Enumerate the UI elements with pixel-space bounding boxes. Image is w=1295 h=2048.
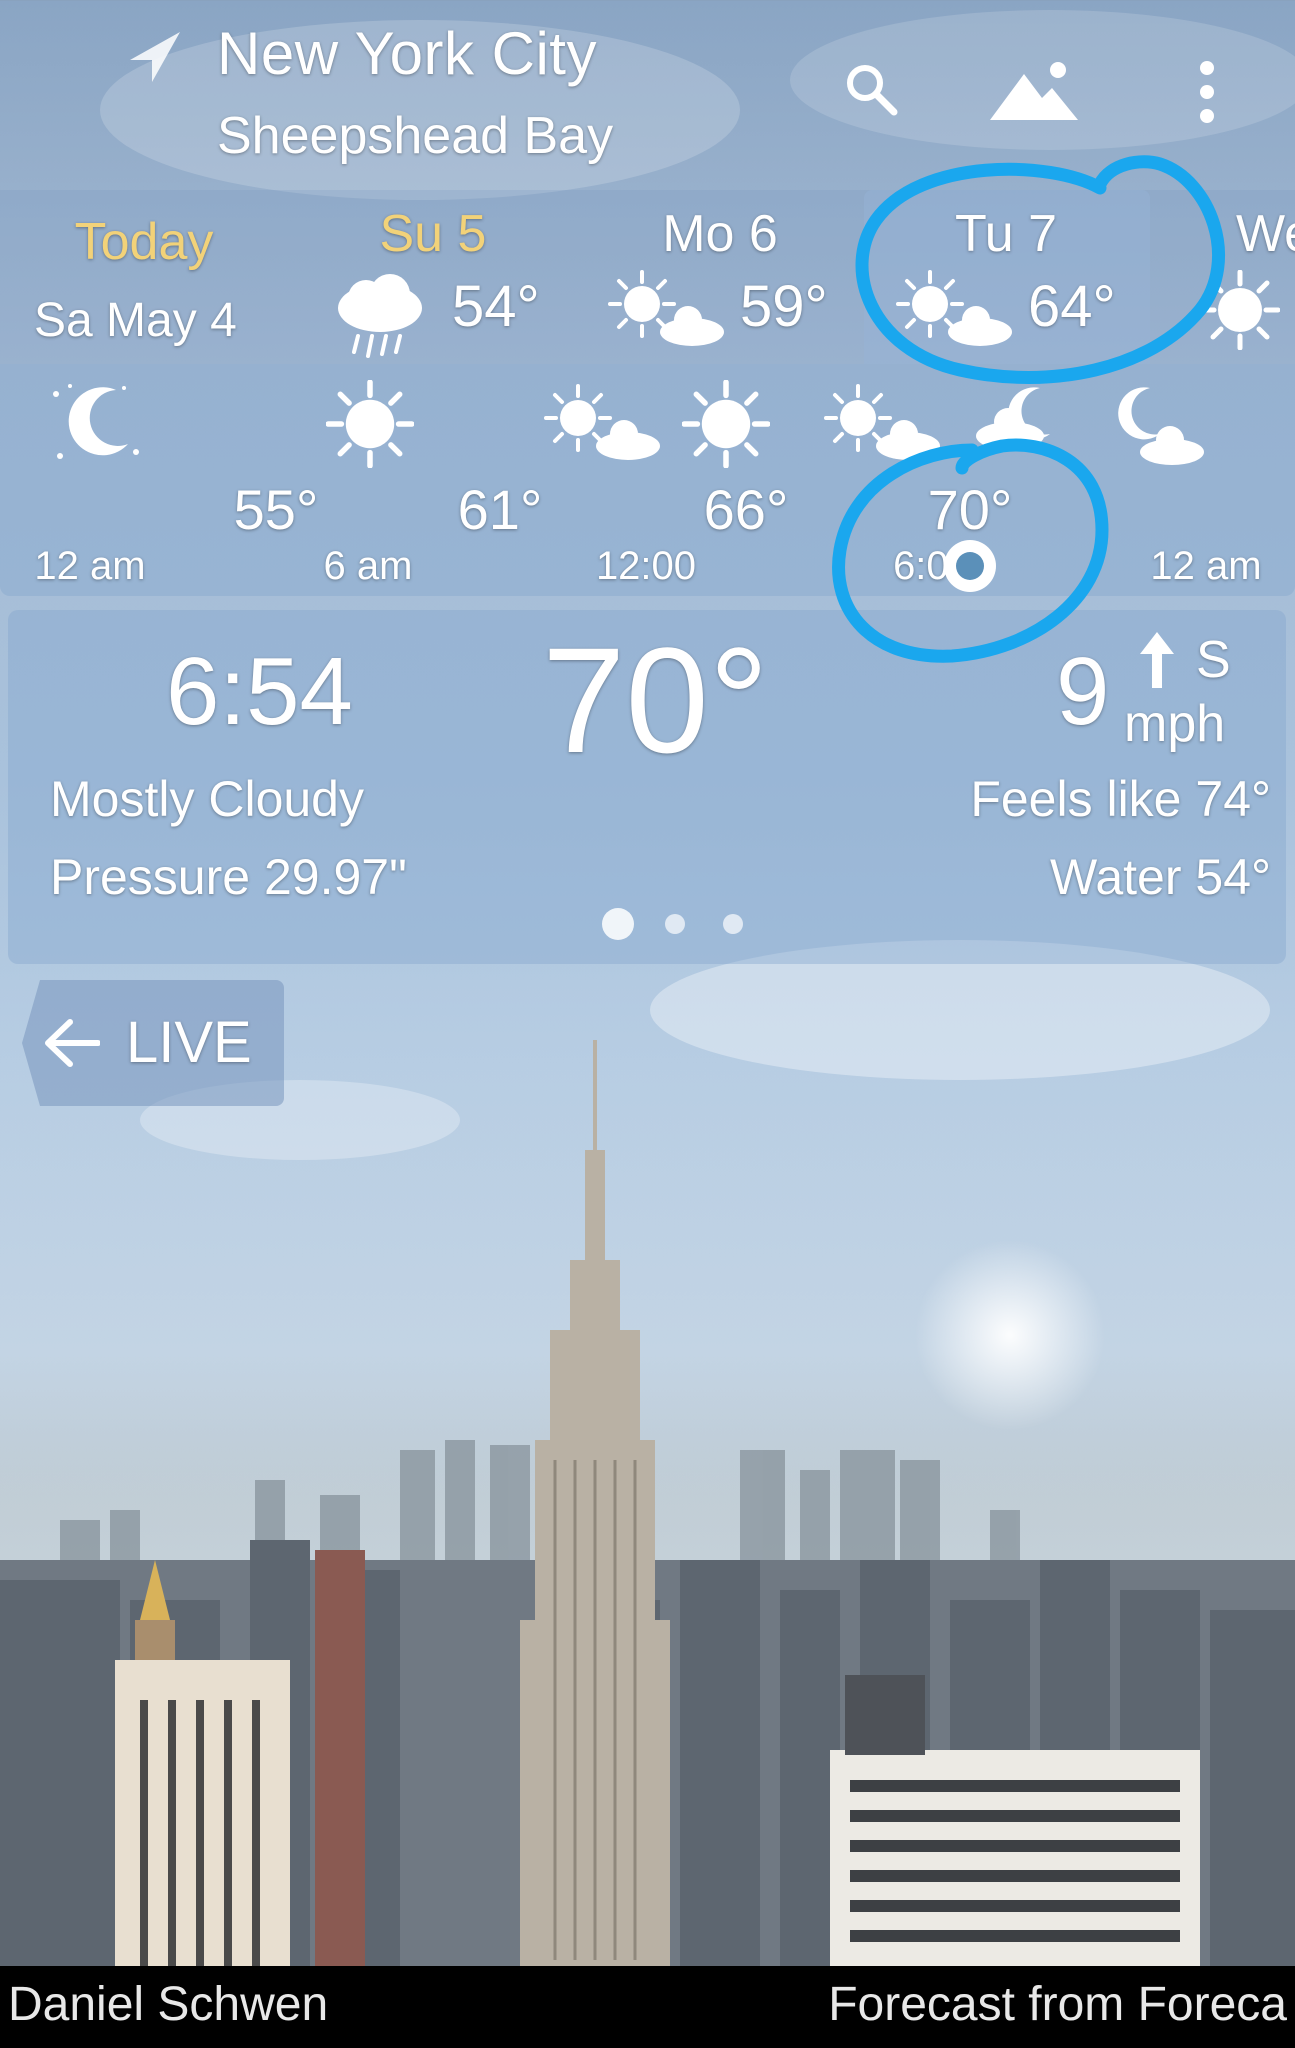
hourly-temp: 55° [233,478,319,541]
day-su5-label[interactable]: Su 5 [350,204,516,264]
day-mo6-temp[interactable]: 59° [740,274,828,340]
page-dot[interactable] [665,914,685,934]
condition-text: Mostly Cloudy [50,771,364,827]
city-name[interactable]: New York City [217,18,597,90]
current-time: 6:54 [166,638,353,745]
hourly-time: 6 am [323,544,413,588]
forecast-source[interactable]: Forecast from Foreca [828,1976,1287,2034]
live-button-label: LIVE [126,1010,252,1075]
arrow-left-icon [45,1019,100,1067]
hourly-temp: 61° [457,478,543,541]
sun-icon [682,380,770,468]
photo-credit[interactable]: Daniel Schwen [8,1976,328,2034]
wind-direction-arrow-icon [1140,632,1174,688]
day-today-date[interactable]: Sa May 4 [34,292,237,350]
annotation-circle-hour [832,438,1109,663]
day-we-label[interactable]: We [1236,204,1295,264]
partly-sunny-icon [544,384,660,460]
page-dot-active[interactable] [602,908,634,940]
day-today-label[interactable]: Today [36,212,252,272]
landscape-icon[interactable] [986,56,1082,124]
wind-direction: S [1196,631,1231,689]
pressure-text: Pressure 29.97" [50,849,407,905]
search-icon[interactable] [840,58,904,122]
hourly-time: 12 am [34,544,146,588]
feels-like-text: Feels like 74° [970,771,1271,827]
hourly-temp: 66° [703,478,789,541]
annotation-circle-day [855,155,1226,384]
moon-stars-icon [53,384,139,459]
page-dot[interactable] [723,914,743,934]
hourly-time: 12 am [1150,544,1262,588]
day-mo6-label[interactable]: Mo 6 [640,204,800,264]
location-arrow-icon [130,32,180,82]
more-vertical-icon[interactable] [1194,58,1220,126]
sun-icon [326,380,414,468]
hourly-time: 12:00 [595,544,697,588]
water-temp-text: Water 54° [1050,849,1271,905]
current-temperature: 70° [542,616,769,784]
wind-unit: mph [1124,695,1226,753]
district-name[interactable]: Sheepshead Bay [217,104,613,168]
partly-sunny-icon [608,270,724,346]
day-su5-temp[interactable]: 54° [452,274,540,340]
rain-cloud-icon [338,274,422,358]
